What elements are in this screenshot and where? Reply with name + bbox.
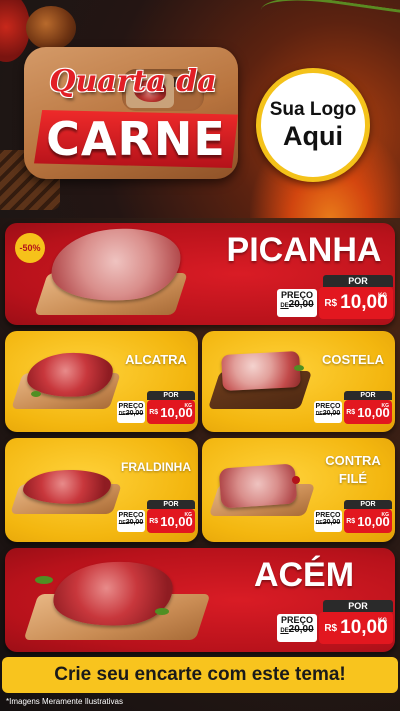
new-price: R$ 10,00 KG: [147, 509, 195, 533]
herb-garnish: [294, 365, 304, 371]
product-card-acem[interactable]: ACÉM POR PREÇO DE20,00 R$ 10,00 KG: [5, 548, 395, 652]
price-por-label: POR: [323, 275, 393, 287]
tomato-garnish: [292, 476, 300, 484]
contra-file-meat-image: [218, 463, 298, 509]
product-name: PICANHA: [226, 231, 382, 269]
logo-line1: Sua Logo: [269, 99, 357, 120]
old-price: PREÇO DE20,00: [277, 289, 317, 317]
old-price: PREÇO DE20,00: [117, 510, 145, 532]
old-price-de: DE: [280, 303, 289, 310]
product-name-line2: FILÉ: [338, 471, 368, 486]
disclaimer-text: *Imagens Meramente Ilustrativas: [6, 697, 123, 706]
header-banner: Quarta da CARNE Sua Logo Aqui: [0, 0, 400, 218]
product-name: ACÉM: [253, 556, 355, 594]
cta-banner[interactable]: Crie seu encarte com este tema!: [2, 657, 398, 693]
old-price-value: 20,00: [288, 624, 314, 636]
herb-garnish: [35, 576, 53, 584]
food-bowl-image: [26, 6, 76, 50]
price-tag: POR PREÇO DE20,00 R$ 10,00 KG: [314, 500, 392, 534]
new-price: R$ 10,00 KG: [319, 612, 393, 644]
old-price: PREÇO DE20,00: [314, 401, 342, 423]
price-por-label: POR: [147, 500, 195, 509]
product-name: CONTRA FILÉ: [314, 452, 392, 488]
price-tag: POR PREÇO DE20,00 R$ 10,00 KG: [117, 500, 195, 534]
price-por-label: POR: [323, 600, 393, 612]
price-tag: POR PREÇO DE20,00 R$ 10,00 KG: [277, 600, 393, 646]
product-card-picanha[interactable]: -50% PICANHA POR PREÇO DE20,00 R$ 10,00 …: [5, 223, 395, 325]
old-price: PREÇO DE20,00: [277, 614, 317, 642]
product-name-line1: CONTRA: [325, 453, 381, 468]
new-price: R$ 10,00 KG: [147, 400, 195, 424]
product-card-contra-file[interactable]: CONTRA FILÉ POR PREÇO DE20,00 R$ 10,00 K…: [202, 438, 395, 542]
product-card-alcatra[interactable]: ALCATRA POR PREÇO DE20,00 R$ 10,00 KG: [5, 331, 198, 432]
logo-placeholder[interactable]: Sua Logo Aqui: [256, 68, 370, 182]
herb-garnish: [31, 391, 41, 397]
old-price: PREÇO DE20,00: [314, 510, 342, 532]
flyer-page: Quarta da CARNE Sua Logo Aqui -50% PICAN…: [0, 0, 400, 711]
product-name: ALCATRA: [125, 352, 187, 367]
product-card-fraldinha[interactable]: FRALDINHA POR PREÇO DE20,00 R$ 10,00 KG: [5, 438, 198, 542]
logo-line2: Aqui: [283, 121, 343, 151]
price-tag: POR PREÇO DE20,00 R$ 10,00 KG: [314, 391, 392, 425]
price-unit: KG: [378, 618, 387, 624]
product-name: FRALDINHA: [121, 460, 191, 474]
price-por-label: POR: [147, 391, 195, 400]
new-price: R$ 10,00 KG: [344, 509, 392, 533]
herb-garnish: [155, 608, 169, 615]
price-unit: KG: [378, 293, 387, 299]
old-price: PREÇO DE20,00: [117, 401, 145, 423]
costela-meat-image: [221, 350, 301, 392]
currency: R$: [324, 297, 338, 309]
old-price-value: 20,00: [288, 299, 314, 311]
discount-badge: -50%: [15, 233, 45, 263]
price-tag: POR PREÇO DE20,00 R$ 10,00 KG: [277, 275, 393, 321]
rosemary-image: [257, 0, 400, 50]
new-price: R$ 10,00 KG: [344, 400, 392, 424]
price-por-label: POR: [344, 500, 392, 509]
product-card-costela[interactable]: COSTELA POR PREÇO DE20,00 R$ 10,00 KG: [202, 331, 395, 432]
price-por-label: POR: [344, 391, 392, 400]
title-main: CARNE: [46, 112, 226, 166]
product-name: COSTELA: [321, 352, 385, 367]
new-price: R$ 10,00 KG: [319, 287, 393, 319]
title-script: Quarta da: [49, 64, 217, 99]
price-tag: POR PREÇO DE20,00 R$ 10,00 KG: [117, 391, 195, 425]
currency: R$: [324, 622, 338, 634]
